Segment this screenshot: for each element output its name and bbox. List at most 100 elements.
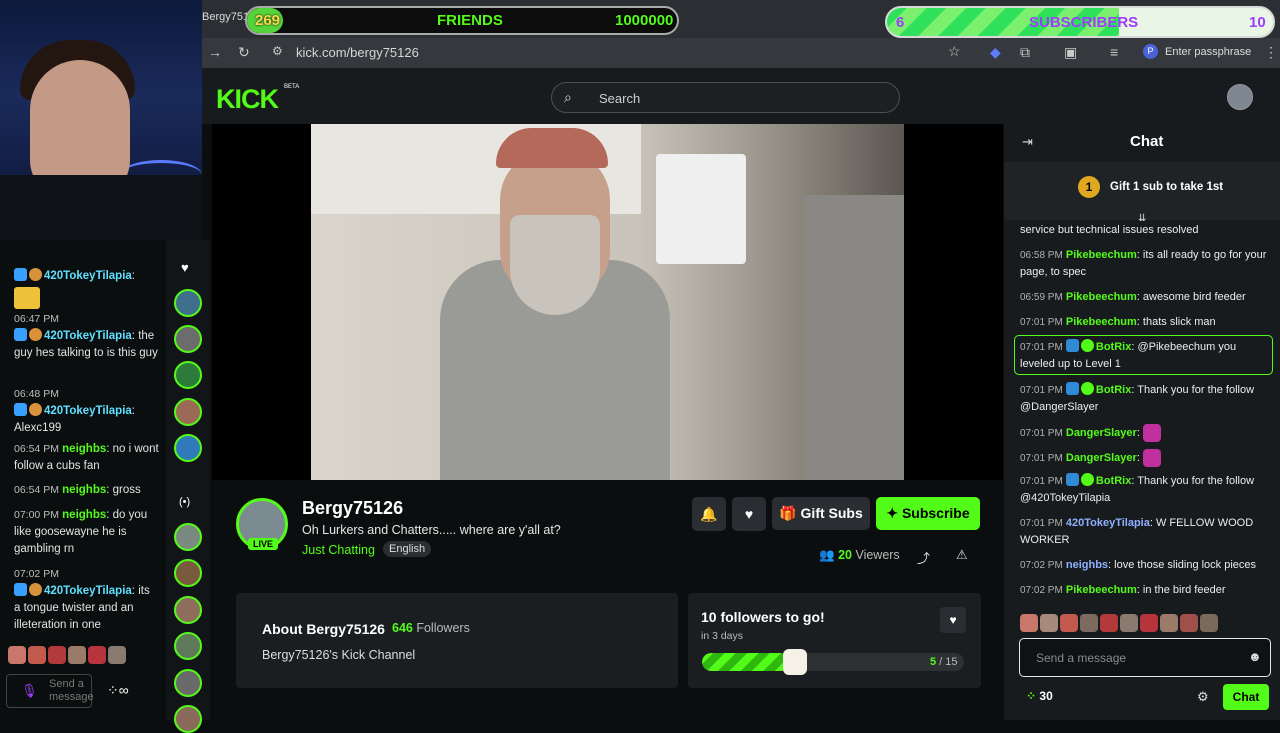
stream-category[interactable]: Just Chatting (302, 543, 375, 557)
collapse-chat-icon[interactable]: ⇥ (1022, 134, 1033, 150)
list-item: 420TokeyTilapia: (14, 268, 159, 309)
pinned-gift-text: Gift 1 sub to take 1st (1110, 181, 1224, 193)
chat-message: service but technical issues resolved (1020, 224, 1199, 236)
gift-subs-button[interactable]: 🎁 Gift Subs (772, 497, 870, 530)
video-fridge (804, 195, 904, 480)
menu-kebab-icon[interactable]: ⋮ (1264, 44, 1278, 61)
reading-list-icon[interactable]: ≡ (1110, 44, 1118, 60)
sidebar-channel-avatar[interactable] (174, 559, 202, 587)
sidebar-channel-avatar[interactable] (174, 669, 202, 697)
chat-message: 07:01 PM BotRix: Thank you for the follo… (1020, 382, 1255, 413)
live-badge: LIVE (248, 538, 279, 550)
sidebar-channel-avatar[interactable] (174, 325, 202, 353)
sidebar-channel-avatar[interactable] (174, 632, 202, 660)
bell-icon: 🔔 (700, 506, 718, 522)
chat-message: 07:01 PM Pikebeechum: thats slick man (1020, 316, 1216, 328)
points-icon: ⁘ (1026, 689, 1037, 703)
viewer-count: 👥 20 Viewers (819, 548, 900, 562)
search-icon: ⌕ (564, 89, 572, 105)
chat-message: 07:01 PM DangerSlayer: (1020, 449, 1270, 467)
goal-mascot-icon (783, 649, 808, 675)
extension-icon[interactable]: ◆ (990, 44, 1001, 61)
goal-heart-button[interactable]: ♥ (940, 607, 966, 633)
heart-icon[interactable]: ♥ (181, 260, 189, 275)
reload-icon[interactable]: ↻ (238, 44, 250, 61)
list-item: 06:47 PM 420TokeyTilapia: the guy hes ta… (14, 313, 158, 359)
subscribe-button[interactable]: ✦ Subscribe (876, 497, 980, 530)
kick-logo[interactable]: KICK (216, 84, 279, 115)
viewers-icon: 👥 (819, 548, 835, 562)
channel-points[interactable]: ⁘ 30 (1026, 689, 1053, 703)
bookmark-star-icon[interactable]: ☆ (948, 43, 961, 60)
emoji-picker-icon[interactable]: ☻ (1248, 649, 1262, 664)
webcam-overlay (0, 0, 202, 240)
chat-input-placeholder: Send a message (1036, 651, 1127, 665)
friends-goal-bar: 269 FRIENDS 1000000 (245, 6, 679, 35)
left-chat-input[interactable]: 🎙 Send a message (6, 674, 94, 708)
goal-count: 5 / 15 (930, 656, 958, 668)
sidebar-channel-avatar[interactable] (174, 361, 202, 389)
left-emote-row[interactable] (8, 646, 128, 664)
gift-icon: 🎁 (779, 505, 801, 521)
video-person-cap (496, 128, 608, 168)
follow-heart-button[interactable]: ♥ (732, 497, 766, 531)
site-info-icon[interactable]: ⚙ (272, 44, 283, 58)
subscribers-goal: 10 (1249, 14, 1266, 31)
chat-message: 07:02 PM Pikebeechum: in the bird feeder (1020, 584, 1226, 596)
send-chat-button[interactable]: Chat (1223, 684, 1269, 710)
forward-icon[interactable]: → (208, 44, 222, 60)
sidebar-channel-avatar[interactable] (174, 289, 202, 317)
sidebar-channel-avatar[interactable] (174, 434, 202, 462)
chat-message: 07:01 PM DangerSlayer: (1020, 424, 1270, 442)
microphone-icon[interactable]: 🎙 (21, 683, 38, 699)
rank-badge: 1 (1078, 176, 1100, 198)
goal-title: 10 followers to go! (701, 609, 825, 625)
screen-cast-icon[interactable]: ▣ (1064, 44, 1077, 61)
infinity-icon[interactable]: ⁘∞ (107, 682, 129, 699)
goal-deadline: in 3 days (701, 630, 744, 642)
chat-settings-gear-icon[interactable]: ⚙ (1197, 689, 1209, 705)
heart-icon: ♥ (744, 506, 754, 522)
sidebar-channel-avatar[interactable] (174, 705, 202, 733)
follower-count: 646 Followers (392, 621, 470, 635)
quick-emote-row[interactable] (1020, 614, 1220, 632)
chat-message: 07:01 PM BotRix: Thank you for the follo… (1020, 473, 1255, 504)
sidebar-channel-avatar[interactable] (174, 523, 202, 551)
passphrase-chip[interactable]: Enter passphrase (1165, 46, 1251, 58)
chat-message: 06:58 PM Pikebeechum: its all ready to g… (1020, 249, 1267, 278)
about-panel (236, 593, 678, 688)
search-input[interactable]: ⌕ Search (551, 82, 900, 113)
channel-name[interactable]: Bergy75126 (302, 498, 403, 519)
list-item: 06:54 PM neighbs: gross (14, 484, 141, 496)
webcam-person-shirt (0, 175, 202, 240)
url-field[interactable]: kick.com/bergy75126 (296, 45, 419, 60)
sparkle-icon: ✦ (886, 505, 902, 521)
beta-label: BETA (284, 84, 300, 90)
sidebar-channel-avatar[interactable] (174, 596, 202, 624)
video-person-beard (510, 215, 600, 315)
goal-progress-bar (702, 653, 964, 671)
friends-count: 269 (255, 12, 281, 29)
extensions-puzzle-icon[interactable]: ⧉ (1020, 44, 1030, 61)
user-avatar[interactable] (1227, 84, 1253, 110)
about-description: Bergy75126's Kick Channel (262, 648, 416, 662)
language-tag[interactable]: English (383, 541, 432, 557)
search-placeholder: Search (599, 91, 641, 106)
chat-message-input[interactable]: Send a message ☻ (1019, 638, 1271, 677)
heart-icon: ♥ (949, 613, 957, 627)
about-title: About Bergy75126 (262, 621, 385, 637)
friends-goal: 1000000 (615, 12, 674, 29)
list-item: 06:54 PM neighbs: no i wont follow a cub… (14, 443, 159, 472)
share-icon[interactable]: ⤴ (917, 548, 930, 567)
live-broadcast-icon: (•) (179, 496, 191, 508)
left-chat-panel: 420TokeyTilapia: 06:47 PM 420TokeyTilapi… (0, 240, 166, 720)
notification-bell-button[interactable]: 🔔 (692, 497, 726, 531)
list-item: 07:00 PM neighbs: do you like goosewayne… (14, 509, 148, 555)
stream-title: Oh Lurkers and Chatters..... where are y… (302, 523, 561, 537)
chat-message: 07:01 PM BotRix: @Pikebeechum you levele… (1020, 339, 1237, 370)
list-item: 06:48 PM 420TokeyTilapia: Alexc199 (14, 388, 135, 434)
profile-icon[interactable]: P (1143, 44, 1158, 59)
sidebar-channel-avatar[interactable] (174, 398, 202, 426)
report-warning-icon[interactable]: ⚠ (956, 547, 968, 563)
subscribers-goal-bar: 6 SUBSCRIBERS 10 (885, 6, 1275, 38)
